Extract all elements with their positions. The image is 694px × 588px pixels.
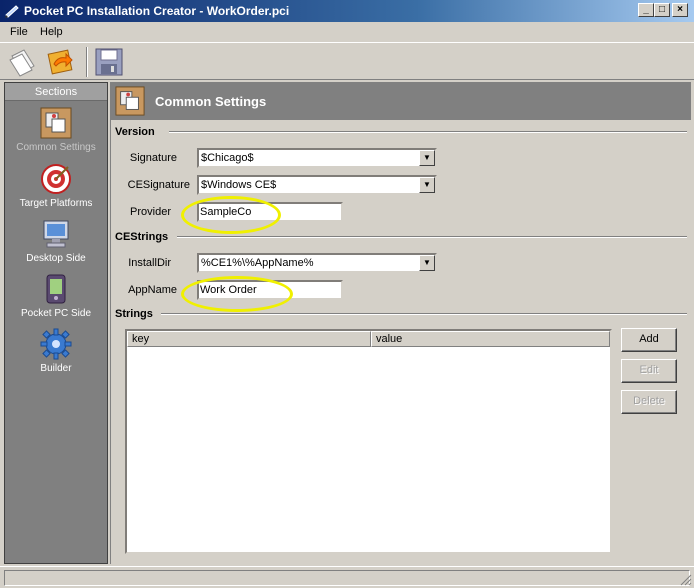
edit-button[interactable]: Edit [621,359,677,383]
highlight-circle [181,276,293,312]
sidebar-item-label: Pocket PC Side [20,308,92,319]
sidebar-item-label: Target Platforms [19,198,93,209]
target-icon [41,164,71,194]
cesignature-label: CESignature [127,179,190,191]
sidebar-item-desktop-side[interactable]: Desktop Side [5,216,107,270]
highlight-circle [181,196,281,234]
section-version: Version [115,126,155,138]
appname-label: AppName [128,284,177,296]
signature-value: $Chicago$ [201,152,254,164]
close-button[interactable]: × [672,3,688,17]
delete-button[interactable]: Delete [621,390,677,414]
sidebar-item-builder[interactable]: Builder [5,326,107,380]
section-strings: Strings [115,308,153,320]
section-cestrings: CEStrings [115,231,169,243]
signature-combo[interactable]: $Chicago$ ▼ [197,148,437,168]
open-icon[interactable] [44,46,78,78]
section-divider [177,236,687,238]
status-panel [4,570,690,586]
maximize-button[interactable]: □ [654,3,670,17]
menu-help[interactable]: Help [40,26,63,38]
pocket-pc-icon [46,274,66,304]
title-bar: Pocket PC Installation Creator - WorkOrd… [0,0,694,22]
strings-table[interactable]: key value [125,329,612,554]
sidebar-item-pocket-pc-side[interactable]: Pocket PC Side [5,271,107,325]
section-divider [169,131,687,133]
column-header-key[interactable]: key [127,331,371,347]
chevron-down-icon[interactable]: ▼ [419,255,435,271]
new-icon[interactable] [6,46,40,78]
signature-label: Signature [129,152,177,164]
menu-bar: File Help [0,22,694,42]
panel-title: Common Settings [155,94,267,109]
window-title: Pocket PC Installation Creator - WorkOrd… [24,4,290,18]
sidebar-item-label: Builder [40,363,72,374]
common-settings-icon [115,86,145,116]
sidebar-item-label: Desktop Side [26,253,86,264]
provider-label: Provider [130,206,171,218]
section-divider [161,313,687,315]
cesignature-combo[interactable]: $Windows CE$ ▼ [197,175,437,195]
installdir-value: %CE1%\%AppName% [201,257,314,269]
gear-icon [40,328,72,360]
toolbar-separator [86,47,88,77]
save-icon[interactable] [92,46,126,78]
app-icon [5,5,19,18]
chevron-down-icon[interactable]: ▼ [419,177,435,193]
cesignature-value: $Windows CE$ [201,179,277,191]
chevron-down-icon[interactable]: ▼ [419,150,435,166]
installdir-combo[interactable]: %CE1%\%AppName% ▼ [197,253,437,273]
sidebar-item-common-settings[interactable]: Common Settings [5,105,107,159]
common-settings-icon [40,107,72,139]
menu-file[interactable]: File [10,26,28,38]
sections-sidebar: Sections Common Settings Target Platform… [4,82,108,564]
status-bar [0,566,694,588]
sidebar-item-target-platforms[interactable]: Target Platforms [5,161,107,215]
panel-header: Common Settings [111,82,691,120]
sidebar-item-label: Common Settings [16,142,96,153]
minimize-button[interactable]: _ [638,3,654,17]
main-panel: Common Settings Version Signature $Chica… [110,82,691,564]
resize-grip-icon[interactable] [680,574,692,586]
toolbar [0,42,694,80]
sidebar-header: Sections [5,83,107,101]
add-button[interactable]: Add [621,328,677,352]
desktop-icon [43,220,69,248]
installdir-label: InstallDir [128,257,171,269]
column-header-value[interactable]: value [371,331,610,347]
